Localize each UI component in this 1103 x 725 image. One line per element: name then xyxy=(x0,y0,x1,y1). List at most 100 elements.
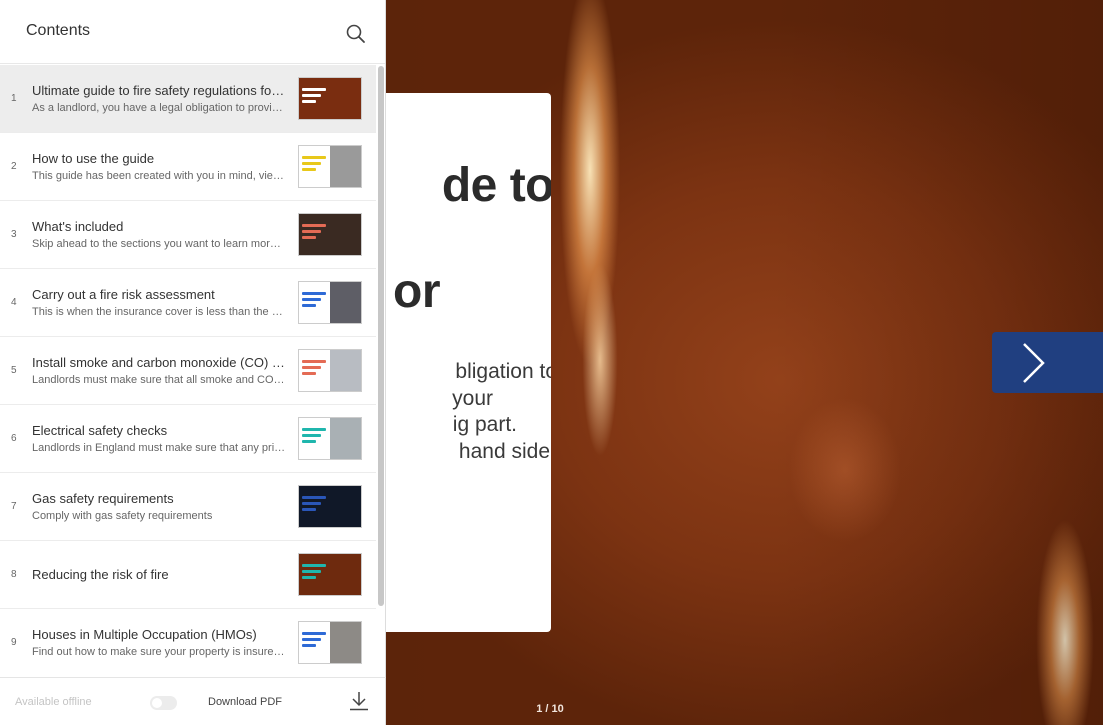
toc-item[interactable]: 8 Reducing the risk of fire xyxy=(0,541,376,609)
toc-item-thumbnail xyxy=(298,621,362,664)
toc-item-thumbnail xyxy=(298,349,362,392)
thumbnail-text-bar xyxy=(302,502,321,505)
thumbnail-text-bar xyxy=(302,632,326,635)
offline-toggle[interactable] xyxy=(150,696,177,710)
thumbnail-text-panel xyxy=(299,78,330,119)
toc-item-number: 8 xyxy=(11,569,17,580)
thumbnail-text-bar xyxy=(302,366,321,369)
thumbnail-image xyxy=(330,486,361,527)
offline-label: Available offline xyxy=(15,695,92,708)
sidebar-title: Contents xyxy=(26,21,91,39)
thumbnail-text-panel xyxy=(299,282,330,323)
toc-item-number: 2 xyxy=(11,161,17,172)
thumbnail-text-panel xyxy=(299,486,330,527)
toc-item-number: 5 xyxy=(11,365,17,376)
toc-item-thumbnail xyxy=(298,77,362,120)
chevron-right-icon xyxy=(1023,343,1045,383)
download-pdf-button[interactable]: Download PDF xyxy=(208,696,282,708)
thumbnail-text-bar xyxy=(302,230,321,233)
toc-item-number: 9 xyxy=(11,637,17,648)
toc-item-title: Gas safety requirements xyxy=(32,490,174,506)
toc-item-thumbnail xyxy=(298,145,362,188)
toc-item-title: Electrical safety checks xyxy=(32,422,168,438)
toc-item-thumbnail xyxy=(298,417,362,460)
toc-item[interactable]: 1 Ultimate guide to fire safety regulatio… xyxy=(0,65,376,133)
thumbnail-text-bar xyxy=(302,508,316,511)
thumbnail-image xyxy=(330,214,361,255)
thumbnail-image xyxy=(330,554,361,595)
toc-item-description: This guide has been created with you in … xyxy=(32,169,286,182)
toc-item-description: Comply with gas safety requirements xyxy=(32,509,213,522)
toc-item-text: Ultimate guide to fire safety regulation… xyxy=(32,82,286,116)
thumbnail-text-bar xyxy=(302,298,321,301)
toc-item-text: Reducing the risk of fire xyxy=(32,566,286,583)
contents-sidebar: Contents 1 Ultimate guide to fire safety … xyxy=(0,0,386,725)
toc-item-text: Install smoke and carbon monoxide (CO) a… xyxy=(32,354,286,388)
toc-item-title: Carry out a fire risk assessment xyxy=(32,286,215,302)
thumbnail-image xyxy=(330,78,361,119)
thumbnail-text-bar xyxy=(302,638,321,641)
toc-item[interactable]: 7 Gas safety requirements Comply with gas … xyxy=(0,473,376,541)
toc-item-title: Reducing the risk of fire xyxy=(32,567,169,582)
thumbnail-image xyxy=(330,350,361,391)
thumbnail-text-bar xyxy=(302,434,321,437)
thumbnail-text-panel xyxy=(299,146,330,187)
thumbnail-image xyxy=(330,146,361,187)
toc-item-description: Landlords must make sure that all smoke … xyxy=(32,373,286,386)
contents-list: 1 Ultimate guide to fire safety regulatio… xyxy=(0,65,376,676)
thumbnail-text-bar xyxy=(302,100,316,103)
thumbnail-text-panel xyxy=(299,622,330,663)
toc-item-text: Houses in Multiple Occupation (HMOs) Find… xyxy=(32,626,286,660)
thumbnail-image xyxy=(330,282,361,323)
sidebar-footer: Available offline Download PDF xyxy=(0,677,386,725)
toc-item-thumbnail xyxy=(298,281,362,324)
thumbnail-text-panel xyxy=(299,554,330,595)
thumbnail-text-bar xyxy=(302,94,321,97)
thumbnail-text-bar xyxy=(302,162,321,165)
toc-item-thumbnail xyxy=(298,213,362,256)
search-icon[interactable] xyxy=(345,23,367,45)
toc-item[interactable]: 2 How to use the guide This guide has been… xyxy=(0,133,376,201)
thumbnail-text-bar xyxy=(302,168,316,171)
toc-item-title: Houses in Multiple Occupation (HMOs) xyxy=(32,626,257,642)
toc-item-description: Find out how to make sure your property … xyxy=(32,645,286,658)
sidebar-scrollbar[interactable] xyxy=(378,66,384,606)
toc-item-number: 6 xyxy=(11,433,17,444)
next-page-button[interactable] xyxy=(992,332,1103,393)
thumbnail-text-bar xyxy=(302,236,316,239)
thumbnail-text-bar xyxy=(302,440,316,443)
thumbnail-text-bar xyxy=(302,156,326,159)
toc-item-title: Ultimate guide to fire safety regulation… xyxy=(32,82,286,98)
toc-item-description: Landlords in England must make sure that… xyxy=(32,441,286,454)
toc-item[interactable]: 4 Carry out a fire risk assessment This is… xyxy=(0,269,376,337)
toc-item[interactable]: 5 Install smoke and carbon monoxide (CO) … xyxy=(0,337,376,405)
download-icon[interactable] xyxy=(348,690,370,712)
toc-item-text: Carry out a fire risk assessment This is … xyxy=(32,286,286,320)
toc-item-description: As a landlord, you have a legal obligati… xyxy=(32,101,286,114)
thumbnail-text-bar xyxy=(302,360,326,363)
toc-item[interactable]: 6 Electrical safety checks Landlords in En… xyxy=(0,405,376,473)
thumbnail-text-bar xyxy=(302,292,326,295)
thumbnail-text-panel xyxy=(299,214,330,255)
thumbnail-text-bar xyxy=(302,564,326,567)
thumbnail-text-bar xyxy=(302,224,326,227)
thumbnail-image xyxy=(330,418,361,459)
thumbnail-text-bar xyxy=(302,570,321,573)
toc-item-number: 4 xyxy=(11,297,17,308)
sidebar-header: Contents xyxy=(0,0,385,64)
toc-item-text: What's included Skip ahead to the section… xyxy=(32,218,286,252)
thumbnail-text-bar xyxy=(302,304,316,307)
toc-item-description: Skip ahead to the sections you want to l… xyxy=(32,237,286,250)
toc-item-title: Install smoke and carbon monoxide (CO) a… xyxy=(32,354,286,370)
toc-item[interactable]: 3 What's included Skip ahead to the sectio… xyxy=(0,201,376,269)
toc-item-text: Electrical safety checks Landlords in Eng… xyxy=(32,422,286,456)
toc-item-description: This is when the insurance cover is less… xyxy=(32,305,286,318)
thumbnail-text-bar xyxy=(302,88,326,91)
toc-item-number: 3 xyxy=(11,229,17,240)
toc-item-title: What's included xyxy=(32,218,124,234)
toc-item-thumbnail xyxy=(298,485,362,528)
thumbnail-text-panel xyxy=(299,350,330,391)
page-indicator: 1 / 10 xyxy=(536,703,564,715)
toc-item[interactable]: 9 Houses in Multiple Occupation (HMOs) Fin… xyxy=(0,609,376,676)
thumbnail-image xyxy=(330,622,361,663)
